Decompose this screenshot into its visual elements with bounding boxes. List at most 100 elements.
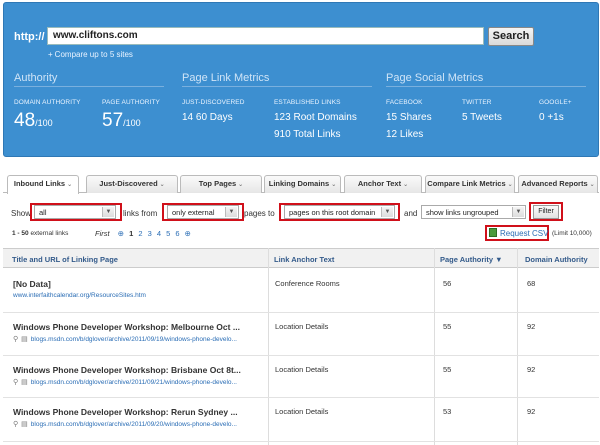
- domain-authority: 92: [527, 407, 536, 416]
- page-authority: 55: [443, 365, 452, 374]
- anchor-text: Location Details: [275, 407, 329, 416]
- linking-page-url[interactable]: ⚲ ▤ blogs.msdn.com/b/dglover/archive/2011/…: [13, 335, 237, 343]
- url-input[interactable]: www.cliftons.com: [47, 27, 484, 45]
- results-count: 1 - 50 external links: [12, 230, 69, 237]
- request-csv-link[interactable]: Request CSV: [489, 228, 548, 238]
- pages-to-label: pages to: [244, 209, 275, 218]
- metrics-panel: http:// www.cliftons.com Search + Compare…: [3, 2, 599, 157]
- search-icon[interactable]: ⚲: [13, 336, 18, 343]
- compare-label: Compare up to 5 sites: [54, 50, 133, 59]
- and-label: and: [404, 209, 418, 218]
- linking-page-title: Windows Phone Developer Workshop: Brisba…: [13, 365, 241, 375]
- spreadsheet-icon: [489, 228, 497, 237]
- facebook-label: FACEBOOK: [386, 99, 423, 106]
- first-page-link[interactable]: First: [95, 229, 110, 238]
- divider: [14, 86, 164, 87]
- tab-inbound-links[interactable]: Inbound Links ⌄: [7, 175, 79, 194]
- linking-page-url[interactable]: www.interfaithcalendar.org/ResourceSites…: [13, 292, 146, 299]
- just-discovered-value[interactable]: 14 60 Days: [182, 112, 233, 123]
- domain-authority-label: DOMAIN AUTHORITY: [14, 99, 81, 106]
- linking-page-title: [No Data]: [13, 279, 51, 289]
- page-icon[interactable]: ▤: [21, 379, 28, 386]
- tab-top-pages[interactable]: Top Pages ⌄: [180, 175, 262, 193]
- compare-link[interactable]: + Compare up to 5 sites: [48, 50, 133, 59]
- table-row: Windows Phone Developer Workshop: Brisba…: [3, 356, 599, 398]
- page-authority: 53: [443, 407, 452, 416]
- highlight-box: [279, 203, 400, 221]
- dropdown-arrow-icon: ▼: [512, 207, 524, 217]
- tab-just-discovered[interactable]: Just-Discovered ⌄: [86, 175, 178, 193]
- table-row: Windows Phone Developer Workshop: Melbou…: [3, 313, 599, 356]
- root-domains-value[interactable]: 123 Root Domains: [274, 112, 357, 123]
- chevron-down-icon: ⌄: [331, 182, 337, 188]
- chevron-down-icon: ⌄: [238, 182, 244, 188]
- protocol-label: http://: [14, 31, 45, 43]
- prev-page-icon[interactable]: ⊕: [118, 229, 124, 238]
- page-authority: 56: [443, 279, 452, 288]
- page-link[interactable]: 6: [175, 229, 179, 238]
- facebook-likes-value: 12 Likes: [386, 129, 424, 140]
- search-button[interactable]: Search: [488, 27, 534, 46]
- grouping-select[interactable]: show links ungrouped ▼: [421, 205, 526, 219]
- linking-page-url[interactable]: ⚲ ▤ blogs.msdn.com/b/dglover/archive/2011/…: [13, 420, 237, 428]
- chevron-down-icon: ⌄: [67, 182, 73, 188]
- plus-icon: +: [48, 50, 53, 59]
- show-label: Show: [11, 209, 32, 218]
- table-row: Windows Phone Developer Workshop: Rerun …: [3, 398, 599, 442]
- anchor-text: Location Details: [275, 322, 329, 331]
- page-authority: 55: [443, 322, 452, 331]
- page-link[interactable]: 3: [148, 229, 152, 238]
- social-metrics-title: Page Social Metrics: [386, 72, 484, 84]
- facebook-shares-value: 15 Shares: [386, 112, 432, 123]
- table-header: Title and URL of Linking Page Link Ancho…: [3, 248, 599, 268]
- twitter-label: TWITTER: [462, 99, 492, 106]
- page-icon[interactable]: ▤: [21, 336, 28, 343]
- col-anchor-text[interactable]: Link Anchor Text: [274, 255, 334, 264]
- chevron-down-icon: ⌄: [403, 182, 409, 188]
- highlight-box: [529, 202, 563, 221]
- pagination: First ⊕ 1 2 3 4 5 6 ⊕: [95, 229, 194, 238]
- csv-limit: (Limit 10,000): [552, 230, 592, 237]
- next-page-icon[interactable]: ⊕: [185, 229, 191, 238]
- table-row: [No Data] www.interfaithcalendar.org/Res…: [3, 268, 599, 313]
- tab-linking-domains[interactable]: Linking Domains ⌄: [264, 175, 341, 193]
- page-link[interactable]: 2: [138, 229, 142, 238]
- page-authority-label: PAGE AUTHORITY: [102, 99, 160, 106]
- page-link[interactable]: 5: [166, 229, 170, 238]
- search-icon[interactable]: ⚲: [13, 421, 18, 428]
- plus-ones-value: 0 +1s: [539, 112, 564, 123]
- tab-anchor-text[interactable]: Anchor Text ⌄: [344, 175, 422, 193]
- divider: [386, 86, 586, 87]
- linking-page-title: Windows Phone Developer Workshop: Melbou…: [13, 322, 240, 332]
- col-page-authority[interactable]: Page Authority ▼: [440, 255, 503, 264]
- page-link[interactable]: 4: [157, 229, 161, 238]
- tab-advanced-reports[interactable]: Advanced Reports ⌄: [518, 175, 598, 193]
- link-metrics-title: Page Link Metrics: [182, 72, 270, 84]
- col-domain-authority[interactable]: Domain Authority: [525, 255, 588, 264]
- linking-page-url[interactable]: ⚲ ▤ blogs.msdn.com/b/dglover/archive/2011/…: [13, 378, 237, 386]
- authority-title: Authority: [14, 72, 58, 84]
- links-from-label: links from: [123, 209, 158, 218]
- chevron-down-icon: ⌄: [159, 182, 165, 188]
- tab-compare-link-metrics[interactable]: Compare Link Metrics ⌄: [425, 175, 515, 193]
- page-icon[interactable]: ▤: [21, 421, 28, 428]
- domain-authority-value: 48/100: [14, 110, 53, 131]
- linking-page-title: Windows Phone Developer Workshop: Rerun …: [13, 407, 238, 417]
- domain-authority: 92: [527, 322, 536, 331]
- anchor-text: Location Details: [275, 365, 329, 374]
- search-icon[interactable]: ⚲: [13, 379, 18, 386]
- tweets-value: 5 Tweets: [462, 112, 502, 123]
- highlight-box: [30, 203, 122, 221]
- chevron-down-icon: ⌄: [589, 182, 595, 188]
- divider: [182, 86, 372, 87]
- page-link[interactable]: 1: [129, 229, 133, 238]
- anchor-text: Conference Rooms: [275, 279, 340, 288]
- total-links-value[interactable]: 910 Total Links: [274, 129, 341, 140]
- highlight-box: [162, 203, 244, 221]
- domain-authority: 92: [527, 365, 536, 374]
- just-discovered-label: JUST-DISCOVERED: [182, 99, 245, 106]
- page-authority-value: 57/100: [102, 110, 141, 131]
- established-links-label: ESTABLISHED LINKS: [274, 99, 341, 106]
- google-plus-label: GOOGLE+: [539, 99, 572, 106]
- col-title-url[interactable]: Title and URL of Linking Page: [12, 255, 118, 264]
